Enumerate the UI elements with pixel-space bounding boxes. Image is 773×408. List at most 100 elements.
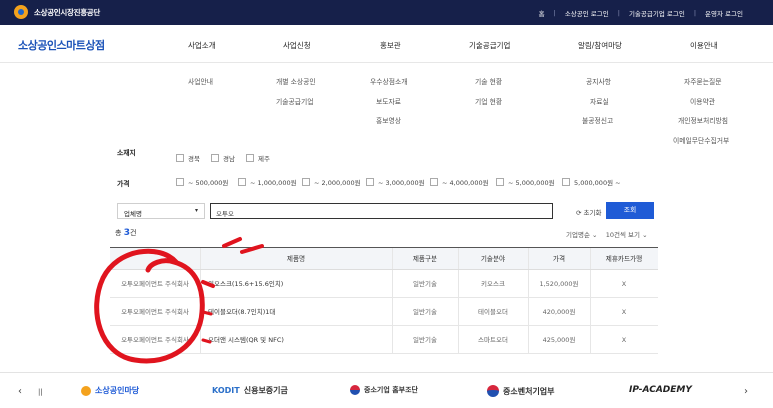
menu-item-individual-merchant[interactable]: 개별 소상공인	[276, 76, 316, 86]
partner-logo[interactable]: 중소기업 홈부조단	[350, 385, 418, 395]
price-checkbox[interactable]: ~ 3,000,000원	[366, 177, 425, 187]
menu-item-privacy[interactable]: 개인정보처리방침	[678, 115, 728, 125]
column-divider	[590, 270, 591, 297]
checkbox-box[interactable]	[302, 178, 310, 186]
col-field: 기술분야	[480, 255, 506, 263]
operator-login-link[interactable]: 운영자 로그인	[705, 8, 743, 18]
partner-logo[interactable]: 중소벤처기업부	[487, 385, 555, 397]
menu-item-supplier-apply[interactable]: 기술공급기업	[276, 96, 314, 106]
reset-label: 초기화	[583, 209, 602, 217]
region-checkbox[interactable]: 경남	[211, 153, 235, 163]
cell-product[interactable]: 테이블오더(8.7인치)1대	[208, 298, 392, 326]
divider: |	[693, 9, 697, 17]
nav-business-intro[interactable]: 사업소개	[188, 40, 216, 51]
checkbox-box[interactable]	[176, 178, 184, 186]
partner-logo[interactable]: 소상공인마당	[81, 385, 139, 396]
column-divider	[392, 248, 393, 269]
chevron-down-icon: ⌄	[642, 231, 648, 239]
checkbox-box[interactable]	[238, 178, 246, 186]
checkbox-box[interactable]	[366, 178, 374, 186]
page-size-select[interactable]: 10건씩 보기 ⌄	[606, 231, 648, 239]
result-count: 총 3건	[115, 228, 136, 238]
agency-logo-icon	[14, 5, 28, 19]
table-row[interactable]: 오투오페이먼트 주식회사 테이블오더(8.7인치)1대 일반기술 테이블오더 4…	[110, 298, 658, 326]
pause-icon[interactable]: ||	[38, 388, 43, 396]
merchant-login-link[interactable]: 소상공인 로그인	[565, 8, 609, 18]
partner-name: 중소기업 홈부조단	[364, 386, 418, 394]
cell-field: 테이블오더	[478, 308, 508, 316]
cell-price: 420,000원	[542, 308, 576, 316]
price-checkbox[interactable]: ~ 500,000원	[176, 177, 228, 187]
cell-field: 스마트오더	[478, 336, 508, 344]
menu-item-terms[interactable]: 이용약관	[690, 96, 715, 106]
menu-item-best-store[interactable]: 우수상점소개	[370, 76, 408, 86]
nav-guide[interactable]: 이용안내	[690, 40, 718, 51]
reset-button[interactable]: ⟳ 초기화	[576, 207, 601, 217]
price-checkbox[interactable]: ~ 1,000,000원	[238, 177, 297, 187]
region-checkbox[interactable]: 경북	[176, 153, 200, 163]
checkbox-box[interactable]	[211, 154, 219, 162]
menu-item-archive[interactable]: 자료실	[590, 96, 609, 106]
menu-item-notice[interactable]: 공지사항	[586, 76, 611, 86]
checkbox-box[interactable]	[430, 178, 438, 186]
partner-logo[interactable]: KODIT 신용보증기금	[212, 385, 288, 396]
checkbox-box[interactable]	[246, 154, 254, 162]
menu-item-unfair-report[interactable]: 불공정신고	[582, 115, 613, 125]
region-checkbox[interactable]: 제주	[246, 153, 270, 163]
total-prefix: 총	[115, 229, 122, 237]
price-checkbox[interactable]: ~ 2,000,000원	[302, 177, 361, 187]
site-logo[interactable]: 소상공인스마트상점	[18, 37, 105, 53]
menu-item-tech-status[interactable]: 기술 현황	[475, 76, 502, 86]
chevron-left-icon[interactable]: ‹	[18, 386, 22, 397]
column-divider	[392, 270, 393, 297]
main-navigation: 소상공인스마트상점 사업소개 사업신청 홍보관 기술공급기업 알림/참여마당 이…	[0, 25, 773, 63]
search-button[interactable]: 조회	[606, 202, 654, 219]
menu-item-company-status[interactable]: 기업 현황	[475, 96, 502, 106]
table-row[interactable]: 오투오페이먼트 주식회사 오더앤 시스템(QR 및 NFC) 일반기술 스마트오…	[110, 326, 658, 354]
nav-supplier[interactable]: 기술공급기업	[469, 40, 510, 51]
partner-logo[interactable]: IP-ACADEMY	[629, 385, 692, 395]
cell-card: X	[621, 280, 627, 288]
cell-company: 오투오페이먼트 주식회사	[121, 336, 189, 344]
partner-mark-icon	[81, 385, 91, 396]
price-option-label: ~ 1,000,000원	[250, 179, 297, 187]
menu-item-promo-video[interactable]: 홍보영상	[376, 115, 401, 125]
search-input[interactable]: 오투오	[210, 203, 553, 219]
chevron-down-icon: ⌄	[592, 231, 598, 239]
supplier-login-link[interactable]: 기술공급기업 로그인	[629, 8, 685, 18]
checkbox-box[interactable]	[496, 178, 504, 186]
price-checkbox[interactable]: ~ 5,000,000원	[496, 177, 555, 187]
sort-select[interactable]: 기업명순 ⌄	[566, 231, 597, 239]
table-header: 제품명 제품구분 기술분야 가격 제휴카드가맹	[110, 247, 658, 270]
nav-notice[interactable]: 알림/참여마당	[578, 40, 622, 51]
agency-name: 소상공인시장진흥공단	[34, 7, 100, 17]
menu-item-faq[interactable]: 자주묻는질문	[684, 76, 722, 86]
mega-dropdown: 사업안내 개별 소상공인 기술공급기업 우수상점소개 보도자료 홍보영상 기술 …	[0, 64, 773, 148]
home-link[interactable]: 홈	[539, 8, 545, 18]
checkbox-box[interactable]	[562, 178, 570, 186]
nav-pr-hall[interactable]: 홍보관	[380, 40, 401, 51]
region-option-label: 제주	[258, 155, 270, 163]
chevron-right-icon[interactable]: ›	[744, 386, 748, 397]
search-type-select[interactable]: 업체명 ▾	[117, 203, 205, 219]
checkbox-box[interactable]	[176, 154, 184, 162]
price-checkbox[interactable]: ~ 4,000,000원	[430, 177, 489, 187]
partner-name: 신용보증기금	[243, 386, 288, 395]
nav-business-apply[interactable]: 사업신청	[283, 40, 311, 51]
column-divider	[590, 326, 591, 353]
menu-item-email-policy[interactable]: 이메일무단수집거부	[673, 135, 729, 145]
cell-card: X	[621, 336, 627, 344]
cell-product[interactable]: 키오스크(15.6+15.6인치)	[208, 270, 392, 298]
price-checkbox[interactable]: 5,000,000원 ~	[562, 177, 621, 187]
table-row[interactable]: 오투오페이먼트 주식회사 키오스크(15.6+15.6인치) 일반기술 키오스크…	[110, 270, 658, 298]
page-size-value: 10건씩 보기	[605, 231, 640, 239]
agency-brand[interactable]: 소상공인시장진흥공단	[14, 5, 100, 19]
cell-field: 키오스크	[481, 280, 505, 288]
column-divider	[590, 298, 591, 325]
menu-item-business-guide[interactable]: 사업안내	[188, 76, 213, 86]
menu-item-press[interactable]: 보도자료	[376, 96, 401, 106]
cell-product[interactable]: 오더앤 시스템(QR 및 NFC)	[208, 326, 392, 354]
cell-price: 425,000원	[542, 336, 576, 344]
partner-name: 소상공인마당	[95, 386, 140, 395]
cell-company: 오투오페이먼트 주식회사	[121, 308, 189, 316]
